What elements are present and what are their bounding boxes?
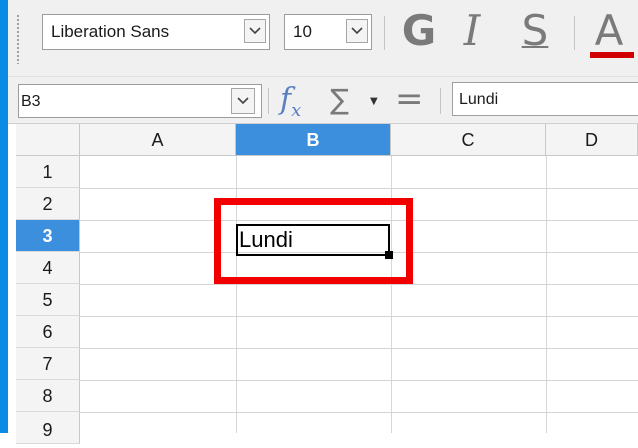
formula-input-value: Lundi [459, 91, 499, 108]
sum-dropdown-arrow-icon[interactable]: ▼ [370, 96, 378, 107]
formula-separator [440, 88, 441, 114]
row-header-8[interactable]: 8 [16, 380, 80, 412]
grid-line [80, 380, 638, 381]
column-header-c[interactable]: C [391, 124, 546, 156]
formula-input[interactable]: Lundi [452, 82, 638, 116]
row-header-9[interactable]: 9 [16, 412, 80, 444]
chevron-down-icon [351, 27, 363, 35]
bold-button[interactable]: G [396, 6, 442, 56]
column-header-d[interactable]: D [546, 124, 638, 156]
font-name-value: Liberation Sans [51, 22, 170, 41]
row-header-3[interactable]: 3 [16, 220, 80, 252]
formula-separator [268, 88, 269, 114]
font-size-value: 10 [293, 22, 312, 41]
column-header-a[interactable]: A [80, 124, 236, 156]
grid-line [80, 188, 638, 189]
name-box[interactable]: B3 [18, 84, 262, 118]
font-name-dropdown-button[interactable] [244, 19, 266, 43]
window-edge-stripe [0, 0, 8, 433]
font-color-button[interactable]: A [586, 6, 632, 56]
name-box-dropdown-button[interactable] [231, 88, 255, 114]
function-wizard-sub: x [291, 100, 302, 121]
name-box-value: B3 [21, 93, 41, 110]
row-header-1[interactable]: 1 [16, 156, 80, 188]
row-header-4[interactable]: 4 [16, 252, 80, 284]
row-header-7[interactable]: 7 [16, 348, 80, 380]
chevron-down-icon [249, 27, 261, 35]
grid-line [80, 348, 638, 349]
font-size-combo[interactable]: 10 [284, 14, 372, 50]
italic-button[interactable]: I [452, 6, 492, 56]
underline-button[interactable]: S [512, 6, 558, 56]
toolbar-separator [384, 16, 385, 50]
formula-equals-icon[interactable]: = [395, 80, 424, 118]
grid-line [80, 284, 638, 285]
grid-line [80, 316, 638, 317]
font-color-swatch [590, 52, 634, 58]
grid-line [80, 412, 638, 413]
row-header-6[interactable]: 6 [16, 316, 80, 348]
font-name-combo[interactable]: Liberation Sans [42, 14, 270, 50]
chevron-down-icon [237, 97, 249, 105]
row-header-2[interactable]: 2 [16, 188, 80, 220]
column-header-b[interactable]: B [236, 124, 391, 156]
toolbar-separator [574, 16, 575, 50]
function-wizard-label: f [280, 82, 292, 117]
annotation-highlight-box [214, 198, 413, 284]
select-all-corner[interactable] [16, 124, 80, 156]
font-size-dropdown-button[interactable] [346, 19, 368, 43]
row-header-5[interactable]: 5 [16, 284, 80, 316]
toolbar-grip[interactable] [16, 14, 21, 64]
grid-line [546, 156, 547, 433]
sum-icon[interactable]: ∑ [330, 82, 349, 118]
